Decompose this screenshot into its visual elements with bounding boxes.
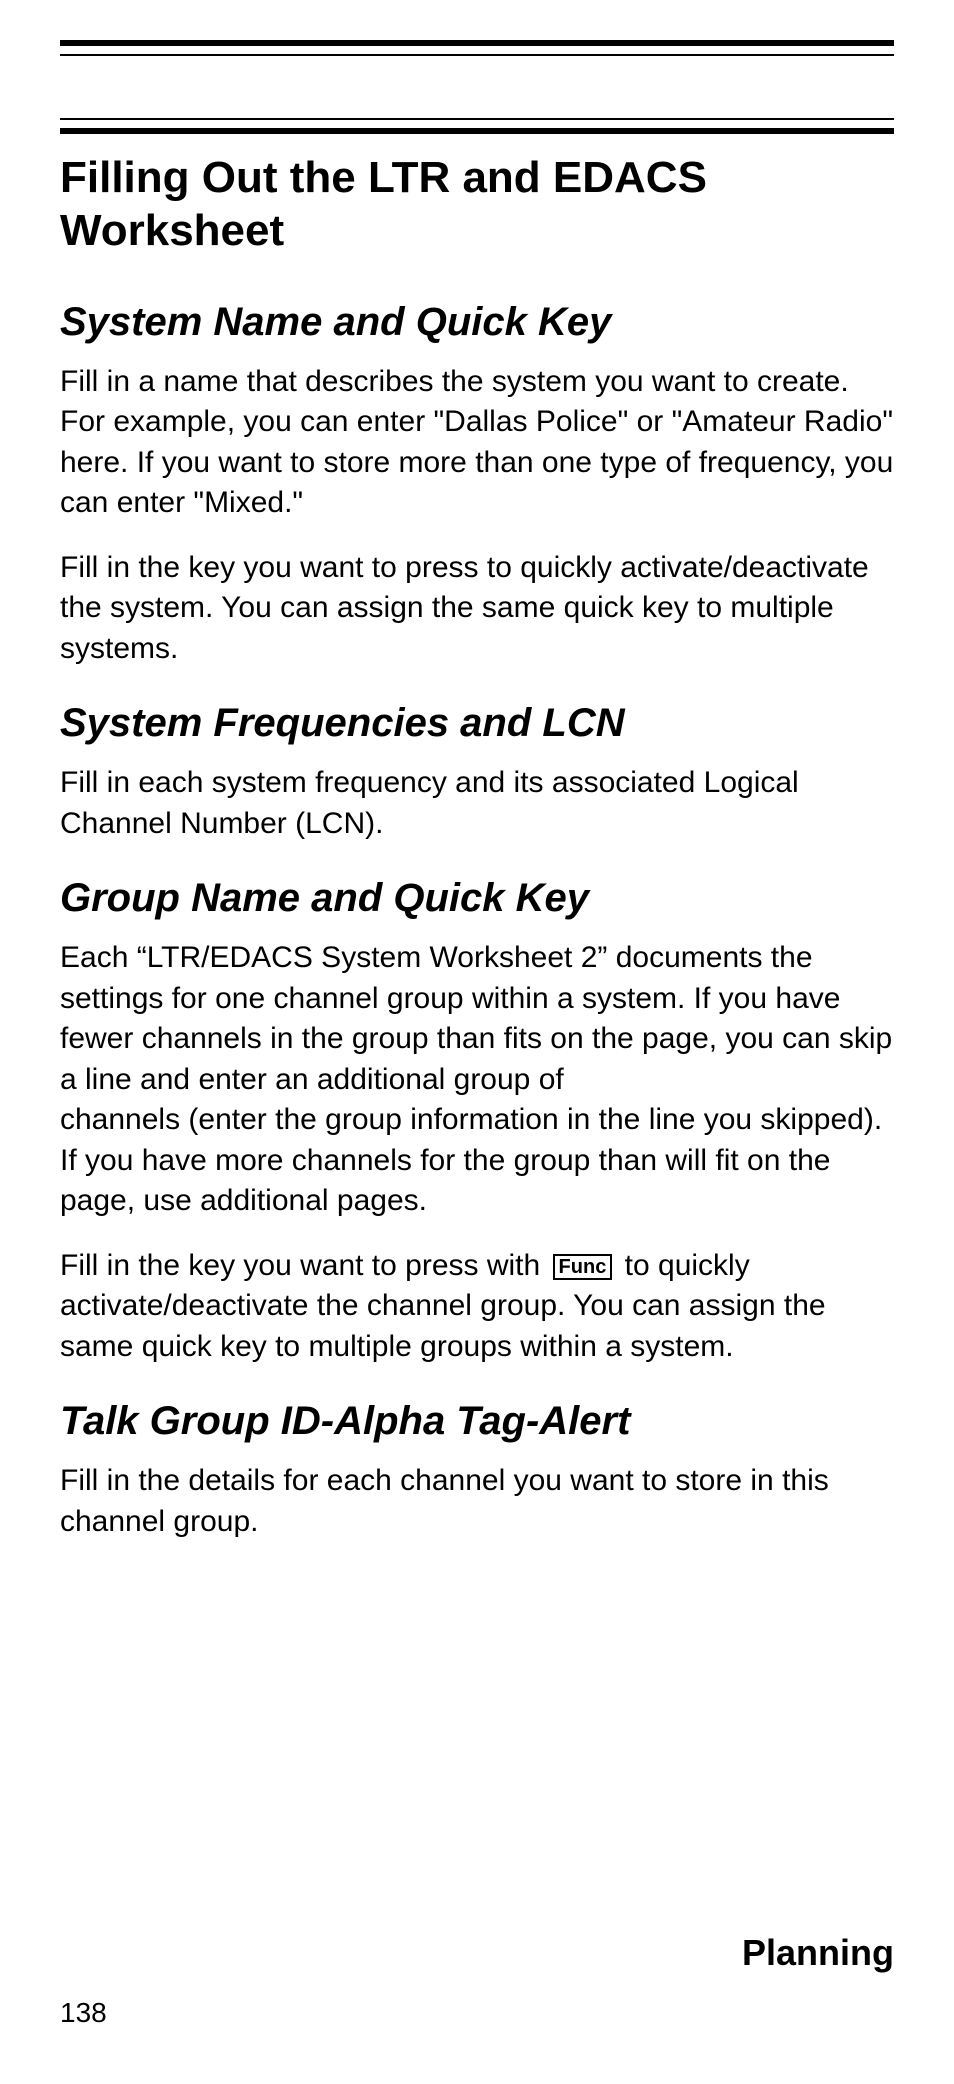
rule-heavy-bottom xyxy=(60,128,894,134)
body-paragraph: Fill in the key you want to press with F… xyxy=(60,1246,894,1368)
func-key-icon: Func xyxy=(553,1254,613,1280)
body-paragraph: Fill in a name that describes the system… xyxy=(60,362,894,524)
rule-heavy-top xyxy=(60,40,894,46)
document-page: Filling Out the LTR and EDACS Worksheet … xyxy=(0,0,954,2084)
body-paragraph: Fill in each system frequency and its as… xyxy=(60,763,894,844)
section-heading-group-name: Group Name and Quick Key xyxy=(60,874,894,922)
section-heading-system-frequencies: System Frequencies and LCN xyxy=(60,699,894,747)
footer-section-label: Planning xyxy=(742,1932,894,1974)
body-paragraph: Fill in the details for each channel you… xyxy=(60,1461,894,1542)
body-paragraph: Each “LTR/EDACS System Worksheet 2” docu… xyxy=(60,938,894,1100)
rule-spacer xyxy=(60,56,894,118)
section-heading-talk-group: Talk Group ID-Alpha Tag-Alert xyxy=(60,1397,894,1445)
page-title: Filling Out the LTR and EDACS Worksheet xyxy=(60,152,894,258)
page-number: 138 xyxy=(60,1997,107,2029)
body-paragraph: channels (enter the group information in… xyxy=(60,1100,894,1222)
body-text-pre: Fill in the key you want to press with xyxy=(60,1249,549,1282)
rule-thin-bottom xyxy=(60,118,894,120)
section-heading-system-name: System Name and Quick Key xyxy=(60,298,894,346)
body-paragraph: Fill in the key you want to press to qui… xyxy=(60,548,894,670)
